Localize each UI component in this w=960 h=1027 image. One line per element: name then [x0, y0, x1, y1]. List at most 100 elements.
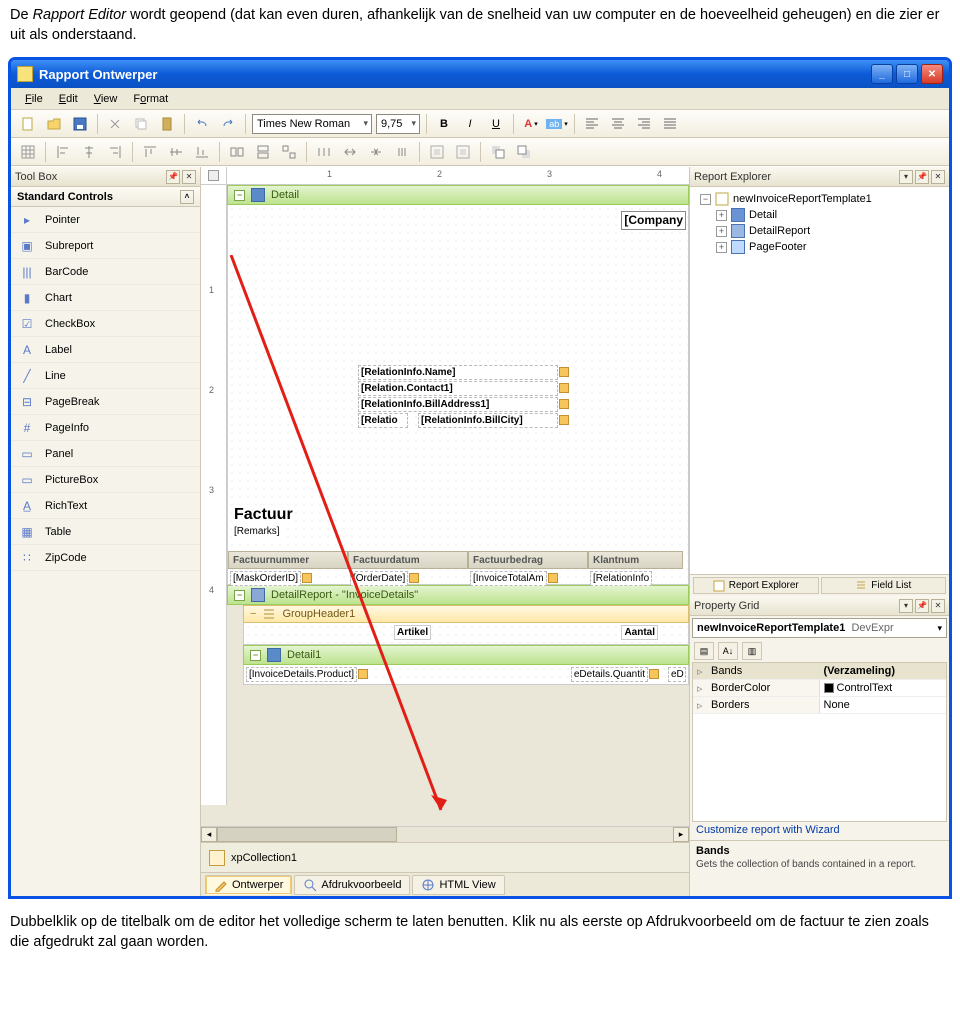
smart-tag-icon[interactable] — [358, 669, 368, 679]
align-rights-button[interactable] — [104, 141, 126, 163]
band-detailreport-header[interactable]: − DetailReport - "InvoiceDetails" — [227, 585, 689, 605]
collapse-icon[interactable]: − — [700, 194, 711, 205]
center-vert-button[interactable] — [452, 141, 474, 163]
horizontal-ruler[interactable]: 1 2 3 4 — [227, 167, 689, 184]
property-object-combo[interactable]: newInvoiceReportTemplate1 DevExpr — [692, 618, 947, 638]
toolbox-item-subreport[interactable]: ▣Subreport — [11, 233, 200, 259]
col-factuurdatum[interactable]: Factuurdatum — [348, 551, 468, 569]
collapse-icon[interactable]: − — [250, 650, 261, 661]
val-orderdate[interactable]: [OrderDate] — [350, 571, 408, 586]
same-height-button[interactable] — [252, 141, 274, 163]
toolbox-item-panel[interactable]: ▭Panel — [11, 441, 200, 467]
band-groupheader1-header[interactable]: − GroupHeader1 — [243, 605, 689, 623]
paste-button[interactable] — [156, 113, 178, 135]
field-relatio[interactable]: [Relatio — [358, 413, 408, 428]
pin-icon[interactable]: 📌 — [915, 599, 929, 613]
pin-icon[interactable]: 📌 — [915, 170, 929, 184]
hspace-increase-button[interactable] — [339, 141, 361, 163]
toolbox-item-picturebox[interactable]: ▭PictureBox — [11, 467, 200, 493]
band-detail1-header[interactable]: − Detail1 — [243, 645, 689, 665]
close-button[interactable]: ✕ — [921, 64, 943, 84]
open-file-button[interactable] — [43, 113, 65, 135]
band-detail-body[interactable]: [Company [RelationInfo.Name] [Relation.C… — [227, 205, 689, 585]
scroll-right-button[interactable]: ▸ — [673, 827, 689, 842]
tab-designer[interactable]: Ontwerper — [205, 875, 292, 895]
dropdown-icon[interactable]: ▾ — [899, 599, 913, 613]
collapse-icon[interactable]: − — [234, 190, 245, 201]
cut-button[interactable] — [104, 113, 126, 135]
toolbox-group-header[interactable]: Standard Controls ˄ — [11, 187, 200, 207]
font-size-combo[interactable]: 9,75 — [376, 114, 420, 134]
align-justify-button[interactable] — [659, 113, 681, 135]
center-horiz-button[interactable] — [426, 141, 448, 163]
tree-node-detail[interactable]: + Detail — [694, 207, 945, 223]
component-xpcollection1[interactable]: xpCollection1 — [231, 852, 297, 864]
menu-view[interactable]: View — [86, 91, 126, 107]
font-color-button[interactable]: A▾ — [520, 113, 542, 135]
smart-tag-icon[interactable] — [559, 415, 569, 425]
align-center-button[interactable] — [607, 113, 629, 135]
col-factuurnummer[interactable]: Factuurnummer — [228, 551, 348, 569]
field-ed[interactable]: eD — [668, 667, 686, 682]
tab-field-list[interactable]: Field List — [821, 577, 947, 594]
align-centers-button[interactable] — [78, 141, 100, 163]
field-relation-city[interactable]: [RelationInfo.BillCity] — [418, 413, 558, 428]
align-bottoms-button[interactable] — [191, 141, 213, 163]
toolbox-item-pageinfo[interactable]: #PageInfo — [11, 415, 200, 441]
report-explorer-tree[interactable]: − newInvoiceReportTemplate1 + Detail + D… — [690, 187, 949, 574]
toolbox-item-zipcode[interactable]: ∷ZipCode — [11, 545, 200, 571]
toolbox-item-barcode[interactable]: |||BarCode — [11, 259, 200, 285]
toolbox-item-chart[interactable]: ▮Chart — [11, 285, 200, 311]
font-name-combo[interactable]: Times New Roman — [252, 114, 372, 134]
copy-button[interactable] — [130, 113, 152, 135]
company-label[interactable]: [Company — [621, 211, 686, 230]
minimize-button[interactable]: _ — [871, 64, 893, 84]
property-row-bands[interactable]: ▹Bands(Verzameling) — [693, 663, 946, 680]
scroll-thumb[interactable] — [217, 827, 397, 842]
col-klantnum[interactable]: Klantnum — [588, 551, 683, 569]
tab-report-explorer[interactable]: Report Explorer — [693, 577, 819, 594]
align-middles-button[interactable] — [165, 141, 187, 163]
align-tops-button[interactable] — [139, 141, 161, 163]
snap-grid-button[interactable] — [17, 141, 39, 163]
close-icon[interactable]: ✕ — [931, 599, 945, 613]
menu-format[interactable]: Format — [125, 91, 176, 107]
bold-button[interactable]: B — [433, 113, 455, 135]
groupheader-body[interactable]: Artikel Aantal — [243, 623, 689, 645]
toolbox-item-pagebreak[interactable]: ⊟PageBreak — [11, 389, 200, 415]
align-lefts-button[interactable] — [52, 141, 74, 163]
collapse-icon[interactable]: − — [250, 608, 256, 620]
horizontal-scrollbar[interactable]: ◂ ▸ — [201, 826, 689, 842]
hspace-equal-button[interactable] — [313, 141, 335, 163]
xpcollection-icon[interactable] — [209, 850, 225, 866]
italic-button[interactable]: I — [459, 113, 481, 135]
highlight-button[interactable]: ab▾ — [546, 113, 568, 135]
alphabetical-button[interactable]: A↓ — [718, 642, 738, 660]
col-artikel[interactable]: Artikel — [394, 625, 431, 640]
collapse-icon[interactable]: − — [234, 590, 245, 601]
align-right-button[interactable] — [633, 113, 655, 135]
titlebar[interactable]: Rapport Ontwerper _ □ ✕ — [11, 60, 949, 88]
val-relationinfo[interactable]: [RelationInfo — [590, 571, 652, 586]
field-relation-contact[interactable]: [Relation.Contact1] — [358, 381, 558, 396]
hspace-remove-button[interactable] — [391, 141, 413, 163]
toolbox-pin-icon[interactable]: 📌 — [166, 170, 180, 184]
smart-tag-icon[interactable] — [559, 367, 569, 377]
toolbox-item-checkbox[interactable]: ☑CheckBox — [11, 311, 200, 337]
smart-tag-icon[interactable] — [302, 573, 312, 583]
undo-button[interactable] — [191, 113, 213, 135]
tab-htmlview[interactable]: HTML View — [412, 875, 504, 895]
align-left-button[interactable] — [581, 113, 603, 135]
toolbox-item-line[interactable]: ╱Line — [11, 363, 200, 389]
field-relation-address[interactable]: [RelationInfo.BillAddress1] — [358, 397, 558, 412]
smart-tag-icon[interactable] — [409, 573, 419, 583]
tree-root[interactable]: − newInvoiceReportTemplate1 — [694, 191, 945, 207]
expand-icon[interactable]: + — [716, 226, 727, 237]
factuur-title[interactable]: Factuur — [232, 505, 295, 525]
smart-tag-icon[interactable] — [559, 383, 569, 393]
field-product[interactable]: [InvoiceDetails.Product] — [246, 667, 357, 682]
customize-wizard-link[interactable]: Customize report with Wizard — [690, 822, 949, 840]
expand-icon[interactable]: + — [716, 242, 727, 253]
tree-node-pagefooter[interactable]: + PageFooter — [694, 239, 945, 255]
expand-icon[interactable]: + — [716, 210, 727, 221]
